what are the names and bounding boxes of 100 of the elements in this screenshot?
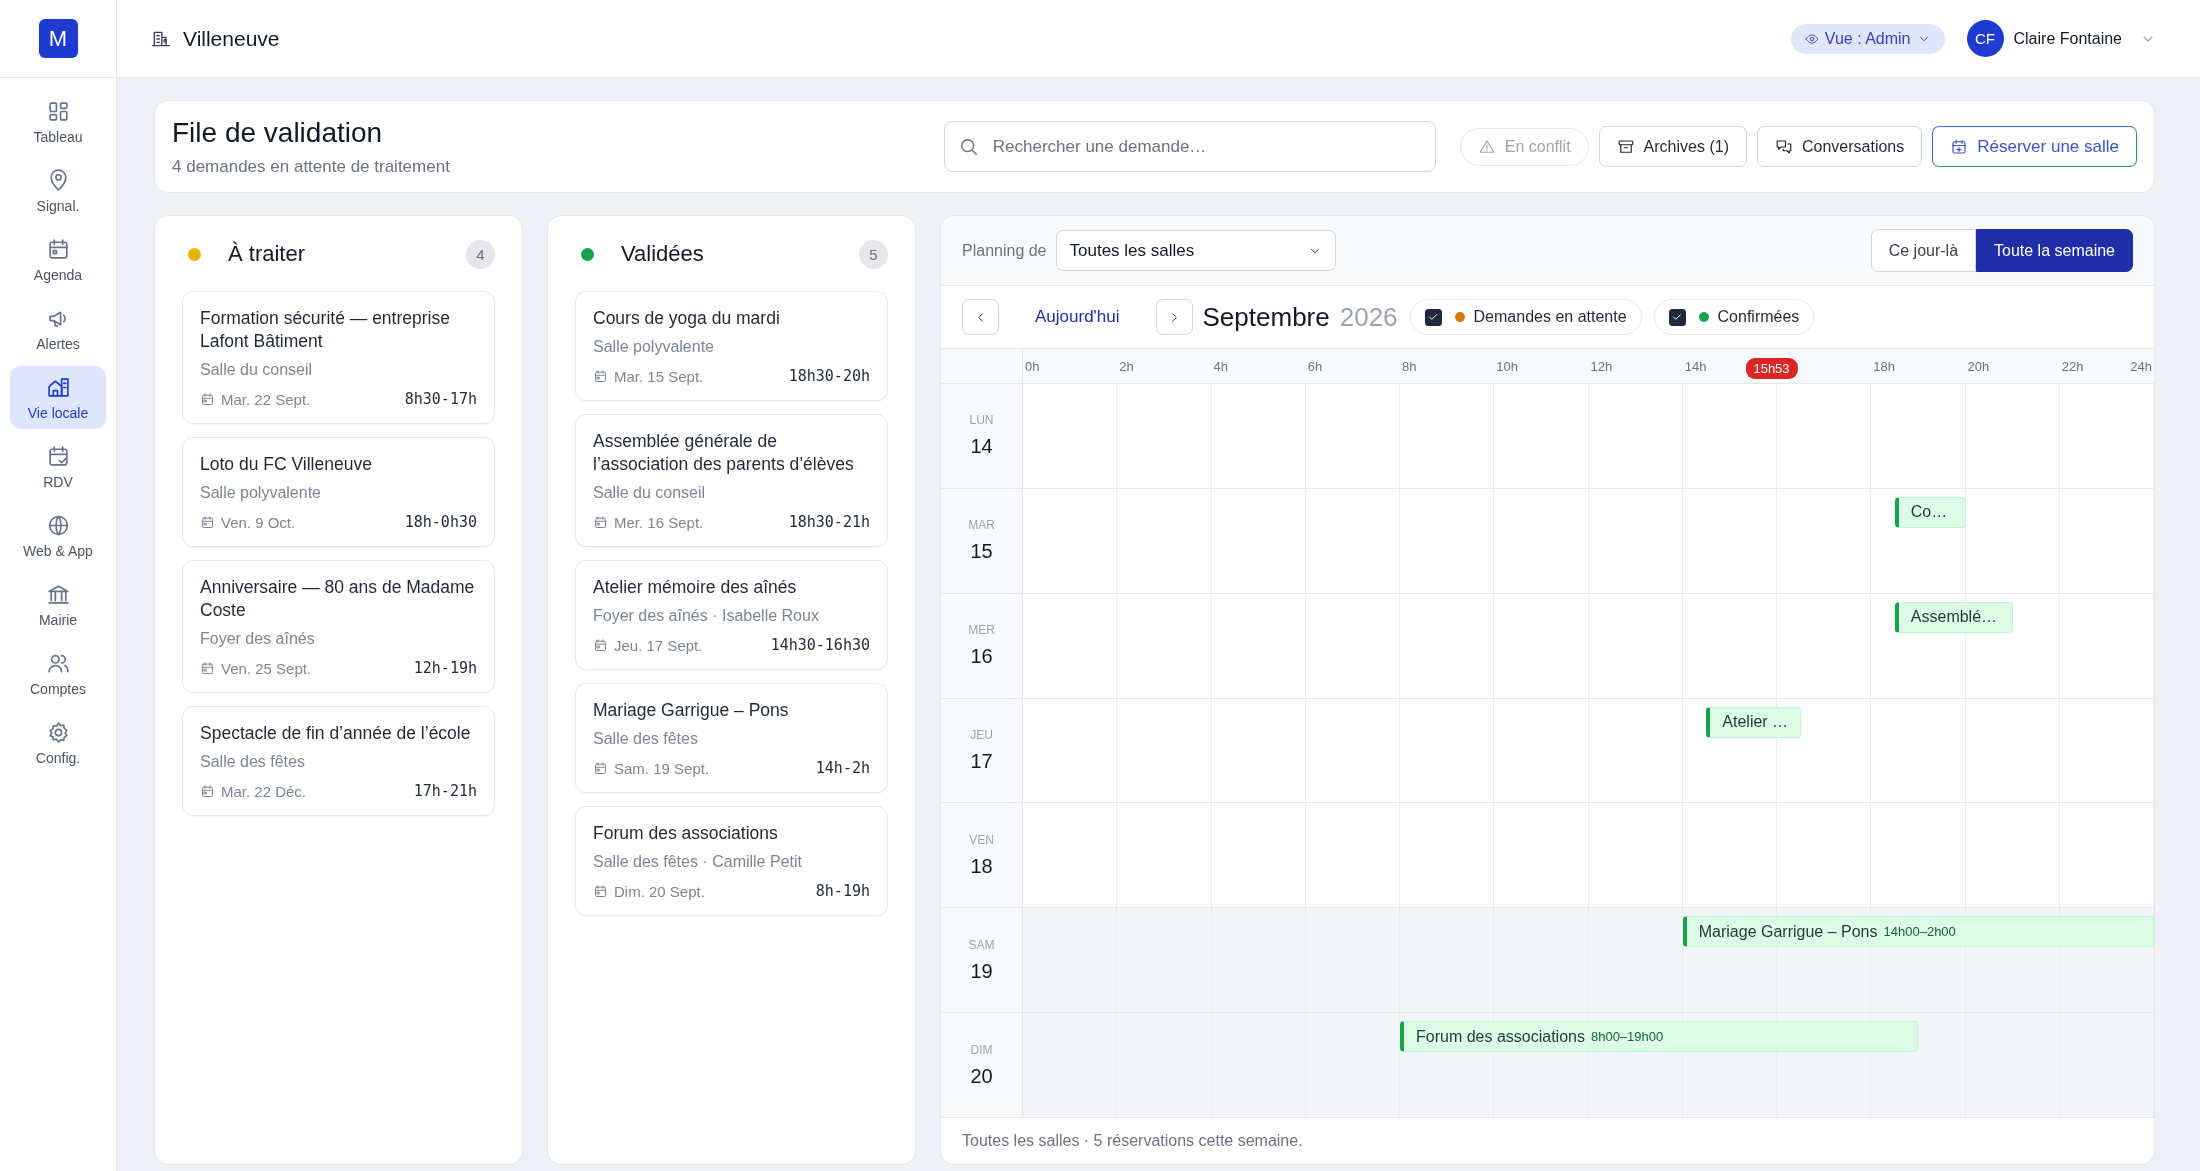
hour-label: 22h bbox=[2060, 359, 2084, 374]
month-title: Septembre bbox=[1202, 301, 1330, 333]
request-time: 17h-21h bbox=[413, 782, 477, 800]
request-title: Spectacle de fin d’année de l’école bbox=[200, 722, 472, 745]
range-tab[interactable]: Ce jour-là bbox=[1870, 229, 1977, 272]
calendar-icon bbox=[200, 783, 215, 799]
sidebar-item[interactable]: Alertes bbox=[10, 297, 106, 360]
request-room: Salle des fêtes bbox=[593, 730, 699, 748]
day-number: 14 bbox=[970, 435, 993, 459]
request-card[interactable]: Anniversaire — 80 ans de Madame Coste Foyer des aînés Ven. 25 Sept. 12h-19h bbox=[182, 560, 495, 693]
search-field[interactable]: Rechercher une demande… bbox=[943, 121, 1436, 172]
toolbar-button[interactable]: Réserver une salle bbox=[1932, 126, 2137, 167]
range-tab[interactable]: Toute la semaine bbox=[1976, 229, 2133, 272]
event-time: 8h00–19h00 bbox=[1590, 1029, 1664, 1045]
hour-label: 18h bbox=[1872, 359, 1895, 374]
request-time: 8h-19h bbox=[815, 882, 870, 900]
sidebar-item[interactable]: RDV bbox=[10, 435, 106, 498]
request-card[interactable]: Spectacle de fin d’année de l’école Salle des fêtes Mar. 22 Déc. 17h-21h bbox=[182, 706, 495, 816]
day-number: 15 bbox=[970, 540, 993, 564]
request-card[interactable]: Cours de yoga du mardi Salle polyvalente Mar. 15 Sept. 18h30-20h bbox=[575, 291, 888, 401]
checkbox[interactable] bbox=[1424, 308, 1442, 326]
archive-box-icon bbox=[1616, 137, 1635, 156]
request-time: 12h-19h bbox=[413, 659, 477, 677]
year-label: 2026 bbox=[1339, 301, 1398, 333]
request-date: Dim. 20 Sept. bbox=[614, 882, 705, 900]
weekday-label: JEU bbox=[970, 728, 993, 742]
hour-label: 2h bbox=[1118, 359, 1134, 374]
booking-event[interactable]: Atelier … bbox=[1706, 706, 1801, 738]
planning-summary: Toutes les salles · 5 réservations cette semaine. bbox=[961, 1131, 1304, 1151]
booking-event[interactable]: Co… bbox=[1894, 496, 1966, 528]
request-date: Jeu. 17 Sept. bbox=[614, 636, 703, 654]
request-date: Ven. 9 Oct. bbox=[221, 513, 296, 531]
request-card[interactable]: Assemblée générale de l’association des parents d’élèves Salle du conseil Mer. 16 Sept. 18h30-21h bbox=[575, 414, 888, 547]
toolbar-button[interactable]: Archives (1) bbox=[1598, 126, 1747, 167]
day-number: 17 bbox=[970, 750, 993, 773]
weekday-label: SAM bbox=[968, 937, 995, 952]
request-title: Loto du FC Villeneuve bbox=[200, 453, 373, 476]
sidebar-item[interactable]: Vie locale bbox=[10, 366, 106, 429]
checkbox[interactable] bbox=[1668, 308, 1686, 326]
request-time: 8h30-17h bbox=[404, 390, 477, 408]
toolbar-button[interactable]: Conversations bbox=[1756, 126, 1923, 167]
booking-event[interactable]: Mariage Garrigue – Pons 14h00–2h00 bbox=[1682, 916, 2154, 948]
eye-icon bbox=[1804, 31, 1819, 46]
sidebar-item[interactable]: Web & App bbox=[10, 504, 106, 567]
sidebar-item[interactable]: Signal. bbox=[10, 159, 106, 222]
request-card[interactable]: Forum des associations Salle des fêtes · Camille Petit Dim. 20 Sept. 8h-19h bbox=[575, 806, 888, 916]
sidebar-item[interactable]: Agenda bbox=[10, 228, 106, 291]
request-room: Salle polyvalente bbox=[200, 484, 322, 502]
hour-label: 4h bbox=[1212, 359, 1228, 374]
request-title: Atelier mémoire des aînés bbox=[593, 576, 798, 599]
request-time: 18h-0h30 bbox=[404, 513, 477, 531]
view-selector[interactable]: Vue : Admin bbox=[1790, 23, 1945, 54]
hour-label: 20h bbox=[1966, 359, 1990, 374]
request-date: Mar. 15 Sept. bbox=[614, 367, 704, 385]
sidebar-item[interactable]: Mairie bbox=[10, 573, 106, 636]
count-badge: 4 bbox=[466, 239, 495, 269]
hour-label: 8h bbox=[1401, 359, 1417, 374]
booking-event[interactable]: Assemblé… bbox=[1894, 601, 2013, 633]
day-number: 18 bbox=[970, 854, 993, 878]
sidebar-item[interactable]: Tableau bbox=[10, 90, 106, 153]
request-card[interactable]: Mariage Garrigue – Pons Salle des fêtes Sam. 19 Sept. 14h-2h bbox=[575, 683, 888, 793]
request-card[interactable]: Loto du FC Villeneuve Salle polyvalente Ven. 9 Oct. 18h-0h30 bbox=[182, 437, 495, 547]
request-date: Mer. 16 Sept. bbox=[614, 513, 704, 531]
calendar-icon bbox=[593, 760, 608, 776]
weekday-label: MER bbox=[968, 623, 995, 638]
hour-label: 0h bbox=[1024, 359, 1040, 374]
request-title: Mariage Garrigue – Pons bbox=[593, 699, 790, 722]
page-title: File de validation bbox=[172, 116, 384, 149]
request-title: Cours de yoga du mardi bbox=[593, 307, 781, 330]
request-time: 14h30-16h30 bbox=[770, 636, 870, 654]
request-card[interactable]: Atelier mémoire des aînés Foyer des aînés · Isabelle Roux Jeu. 17 Sept. 14h30-16h30 bbox=[575, 560, 888, 670]
planning-label: Planning de bbox=[962, 241, 1047, 260]
column-title: Validées bbox=[621, 241, 705, 267]
calendar-icon bbox=[593, 883, 608, 899]
sidebar-item[interactable]: Comptes bbox=[10, 642, 106, 705]
request-date: Mar. 22 Sept. bbox=[221, 390, 311, 408]
hour-label: 12h bbox=[1589, 359, 1613, 374]
calendar-plus-icon bbox=[1950, 137, 1969, 156]
user-avatar[interactable]: CF bbox=[1966, 20, 2004, 57]
calendar-icon bbox=[200, 391, 215, 407]
calendar-icon bbox=[593, 368, 608, 384]
sidebar-item[interactable]: Config. bbox=[10, 711, 106, 774]
weekday-label: LUN bbox=[969, 413, 994, 428]
room-dropdown[interactable]: Toutes les salles bbox=[1055, 230, 1336, 271]
request-date: Mar. 22 Déc. bbox=[221, 782, 307, 800]
request-title: Forum des associations bbox=[593, 822, 779, 845]
request-date: Ven. 25 Sept. bbox=[221, 659, 312, 677]
booking-event[interactable]: Forum des associations 8h00–19h00 bbox=[1400, 1021, 1919, 1053]
calendar-icon bbox=[593, 637, 608, 653]
chat-bubbles-icon bbox=[1774, 137, 1793, 156]
today-link[interactable]: Aujourd'hui bbox=[1009, 307, 1146, 327]
location-name: Villeneuve bbox=[183, 26, 280, 51]
request-room: Foyer des aînés · Isabelle Roux bbox=[593, 607, 820, 625]
request-card[interactable]: Formation sécurité — entreprise Lafont Bâtiment Salle du conseil Mar. 22 Sept. 8h30-17h bbox=[182, 291, 495, 424]
request-time: 14h-2h bbox=[815, 759, 870, 777]
calendar-icon bbox=[593, 514, 608, 530]
hour-label: 6h bbox=[1306, 359, 1323, 374]
hour-label: 14h bbox=[1683, 359, 1707, 374]
app-logo[interactable]: M bbox=[38, 19, 78, 58]
weekday-label: VEN bbox=[969, 832, 994, 847]
